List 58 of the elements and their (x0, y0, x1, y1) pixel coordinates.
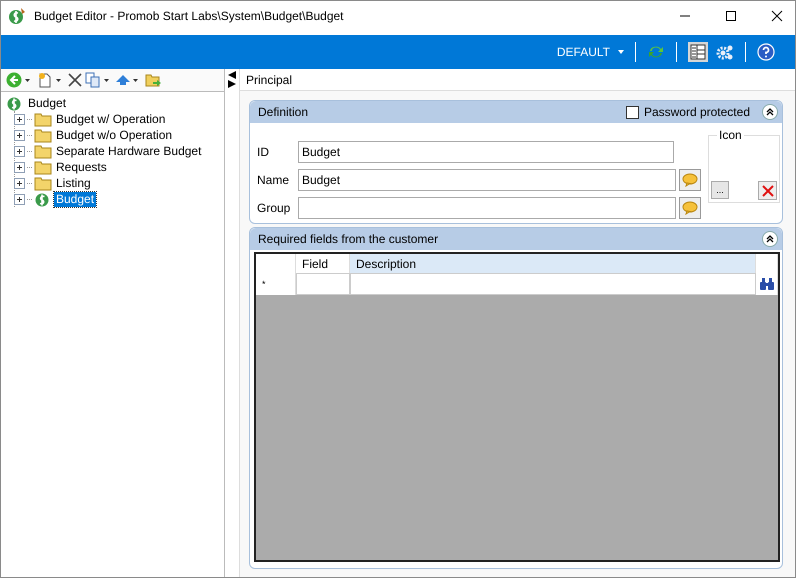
expand-icon[interactable] (14, 146, 25, 156)
checkbox[interactable] (626, 106, 639, 118)
text-field[interactable]: Budget (298, 169, 676, 191)
column-header[interactable]: Description (350, 254, 756, 273)
tree-item[interactable]: Requests (54, 160, 109, 174)
expand-right-icon[interactable] (228, 80, 236, 88)
tree-item[interactable]: Budget (54, 192, 96, 206)
field-label: ID (257, 145, 270, 159)
folder-arrow-icon[interactable] (145, 72, 162, 88)
copy-icon[interactable] (85, 72, 101, 88)
close-icon[interactable] (771, 10, 783, 22)
new-document-icon[interactable] (37, 72, 53, 88)
speech-bubble-icon[interactable] (679, 169, 701, 191)
panel-title: Required fields from the customer (258, 232, 438, 246)
delete-icon[interactable] (68, 73, 82, 87)
maximize-icon[interactable] (725, 10, 737, 22)
browse-button[interactable]: ... (711, 181, 729, 199)
caret-icon[interactable] (133, 78, 138, 82)
expand-icon[interactable] (14, 194, 25, 204)
field-label: Name (257, 173, 290, 187)
caret-icon[interactable] (56, 78, 61, 82)
folder-icon (34, 143, 52, 159)
profile-dropdown[interactable]: DEFAULT (556, 45, 610, 59)
folder-icon (34, 127, 52, 143)
expand-icon[interactable] (14, 178, 25, 188)
panel-title: Definition (258, 105, 308, 119)
field-label: Group (257, 201, 292, 215)
remove-icon[interactable] (758, 181, 777, 200)
checkbox-label: Password protected (644, 105, 750, 119)
expand-icon[interactable] (14, 162, 25, 172)
caret-icon[interactable] (25, 78, 30, 82)
speech-bubble-icon[interactable] (679, 197, 701, 219)
collapse-left-icon[interactable] (228, 71, 236, 79)
expand-icon[interactable] (14, 114, 25, 124)
table-cell[interactable] (350, 273, 756, 295)
tab[interactable]: Principal (246, 72, 292, 86)
tree-item[interactable]: Budget w/ Operation (54, 112, 168, 126)
collapse-icon[interactable] (762, 231, 778, 247)
folder-icon (34, 111, 52, 127)
folder-icon (34, 159, 52, 175)
up-arrow-icon[interactable] (116, 75, 130, 85)
text-field[interactable]: Budget (298, 141, 674, 163)
window-title: Budget Editor - Promob Start Labs\System\Budget\Budget (34, 9, 344, 23)
tree-item[interactable]: Budget w/o Operation (54, 128, 174, 142)
dollar-icon (8, 7, 26, 25)
group-label: Icon (717, 128, 744, 142)
tree-item[interactable]: Separate Hardware Budget (54, 144, 204, 158)
tree-item[interactable]: Budget (26, 96, 68, 110)
help-icon[interactable] (757, 43, 775, 61)
collapse-icon[interactable] (762, 104, 778, 120)
caret-icon[interactable] (104, 78, 109, 82)
expand-icon[interactable] (14, 130, 25, 140)
folder-icon (34, 175, 52, 191)
layout-icon[interactable] (688, 42, 708, 62)
table-cell[interactable] (296, 273, 350, 295)
settings-icon[interactable] (716, 43, 734, 61)
tree-item[interactable]: Listing (54, 176, 93, 190)
text-field[interactable] (298, 197, 676, 219)
